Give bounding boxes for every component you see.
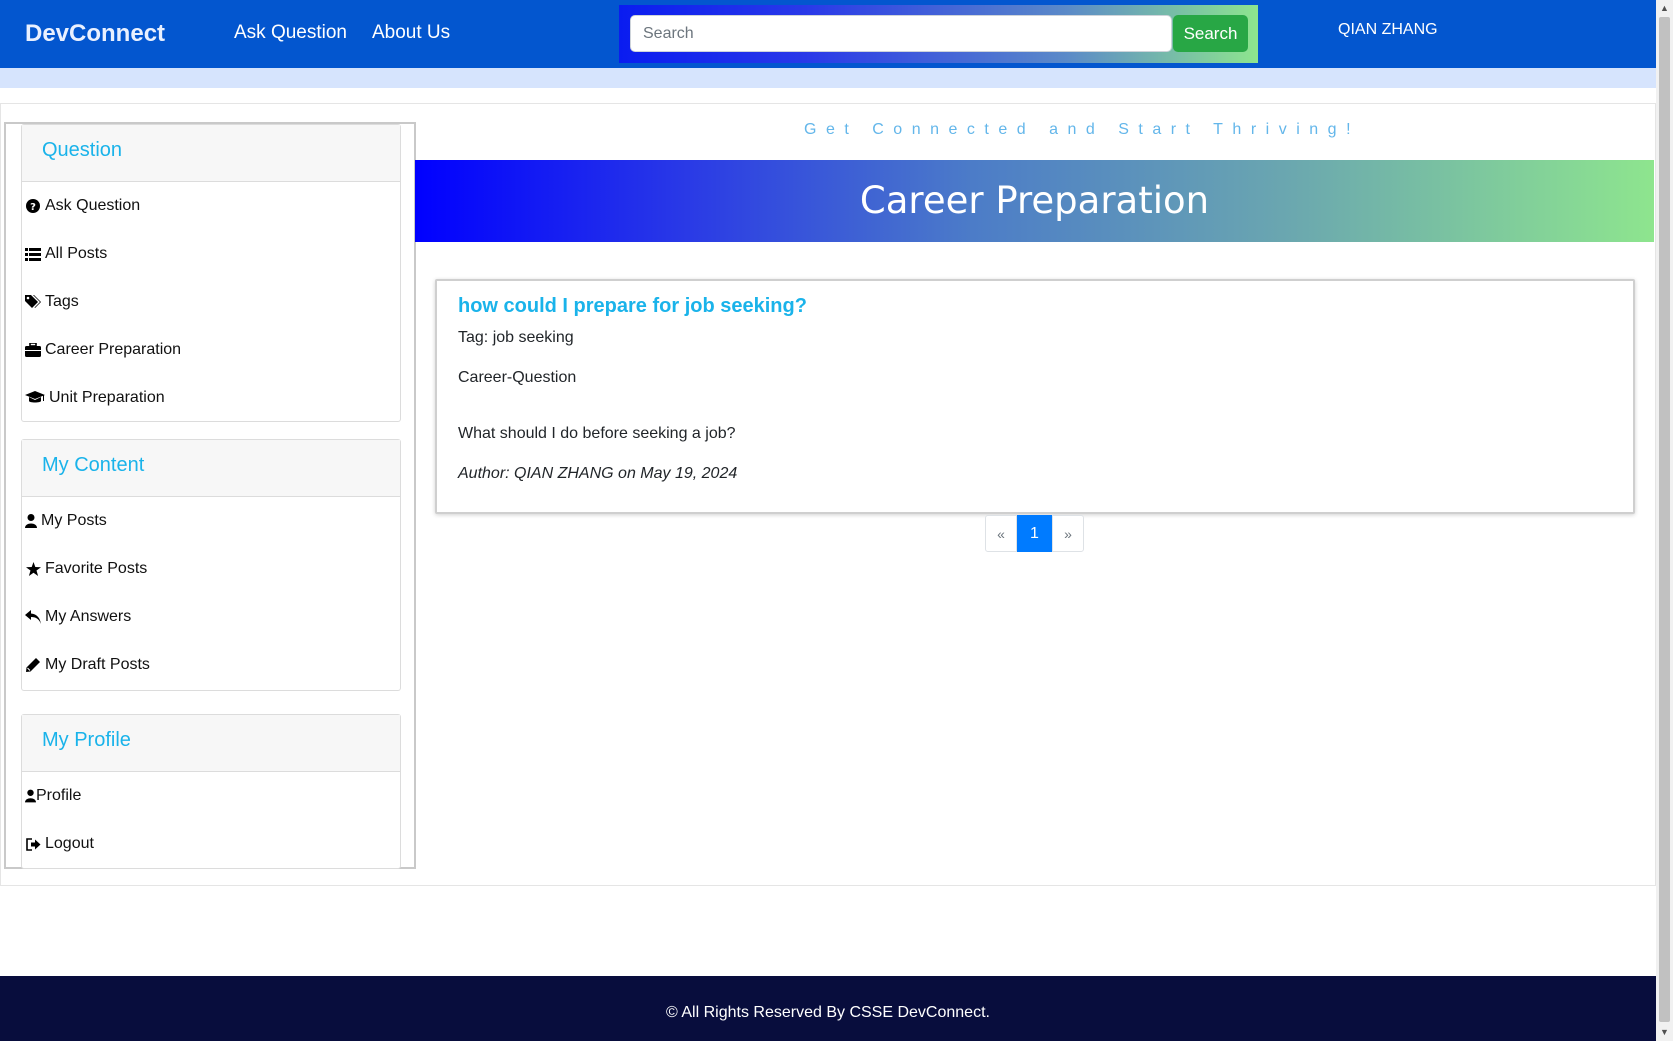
- sidebar-item-label: Tags: [45, 293, 79, 310]
- card-header: My Content: [22, 440, 400, 497]
- post-author: Author: QIAN ZHANG on May 19, 2024: [458, 465, 738, 482]
- graduation-cap-icon: [24, 391, 46, 405]
- list-icon: [24, 247, 42, 261]
- sidebar-item-label: Logout: [45, 835, 94, 852]
- svg-text:?: ?: [30, 202, 36, 213]
- sidebar-item-my-answers[interactable]: My Answers: [22, 593, 400, 641]
- scrollbar-thumb[interactable]: [1659, 17, 1670, 1022]
- sidebar-card-question: Question ? Ask Question All Posts Tags C…: [21, 124, 401, 422]
- user-menu[interactable]: QIAN ZHANG: [1338, 21, 1438, 39]
- pagination: « 1 »: [985, 515, 1084, 552]
- star-icon: [24, 562, 42, 576]
- search-form: Search: [619, 5, 1258, 63]
- sidebar: Question ? Ask Question All Posts Tags C…: [4, 122, 416, 869]
- nav-link-ask-question[interactable]: Ask Question: [234, 22, 347, 44]
- sidebar-item-all-posts[interactable]: All Posts: [22, 230, 400, 278]
- sidebar-card-my-profile: My Profile Profile Logout: [21, 714, 401, 869]
- tags-icon: [24, 295, 42, 309]
- sidebar-item-label: My Answers: [45, 608, 132, 625]
- card-title-my-profile: My Profile: [42, 729, 131, 751]
- search-button[interactable]: Search: [1173, 15, 1248, 52]
- card-title-question: Question: [42, 139, 123, 161]
- nav-link-about-us[interactable]: About Us: [372, 22, 450, 44]
- sidebar-item-label: My Draft Posts: [45, 656, 150, 673]
- post-card: how could I prepare for job seeking? Tag…: [435, 279, 1635, 514]
- sign-out-icon: [24, 837, 42, 851]
- sidebar-item-ask-question[interactable]: ? Ask Question: [22, 182, 400, 230]
- sidebar-item-career-preparation[interactable]: Career Preparation: [22, 326, 400, 374]
- scroll-up-arrow-icon[interactable]: ▲: [1656, 0, 1673, 17]
- search-input[interactable]: [630, 15, 1172, 52]
- sidebar-item-my-draft-posts[interactable]: My Draft Posts: [22, 641, 400, 689]
- pagination-prev-button[interactable]: «: [985, 515, 1017, 552]
- sidebar-item-profile[interactable]: Profile: [22, 772, 400, 820]
- footer-copyright: © All Rights Reserved By CSSE DevConnect…: [666, 1004, 990, 1021]
- sidebar-item-label: Ask Question: [45, 197, 141, 214]
- briefcase-icon: [24, 343, 42, 357]
- sidebar-item-favorite-posts[interactable]: Favorite Posts: [22, 545, 400, 593]
- card-title-my-content: My Content: [42, 454, 145, 476]
- sidebar-card-my-content: My Content My Posts Favorite Posts My An…: [21, 439, 401, 691]
- footer: © All Rights Reserved By CSSE DevConnect…: [0, 976, 1656, 1041]
- question-circle-icon: ?: [24, 199, 42, 213]
- sidebar-item-logout[interactable]: Logout: [22, 820, 400, 868]
- tagline: Get Connected and Start Thriving!: [804, 121, 1361, 138]
- user-icon: [24, 789, 36, 803]
- sidebar-item-label: Profile: [36, 787, 82, 804]
- navbar-subbar: [0, 68, 1656, 88]
- sidebar-item-label: Favorite Posts: [45, 560, 148, 577]
- post-title-link[interactable]: how could I prepare for job seeking?: [458, 295, 807, 318]
- sidebar-item-label: All Posts: [45, 245, 108, 262]
- category-banner: Career Preparation: [415, 160, 1654, 242]
- sidebar-item-label: Unit Preparation: [49, 389, 165, 406]
- brand-logo[interactable]: DevConnect: [25, 20, 165, 48]
- user-icon: [24, 514, 38, 528]
- pagination-page-1[interactable]: 1: [1017, 515, 1052, 552]
- sidebar-item-my-posts[interactable]: My Posts: [22, 497, 400, 545]
- sidebar-item-label: Career Preparation: [45, 341, 182, 358]
- post-category: Career-Question: [458, 369, 577, 386]
- scroll-down-arrow-icon[interactable]: ▼: [1656, 1024, 1673, 1041]
- post-body: What should I do before seeking a job?: [458, 425, 736, 442]
- top-navbar: DevConnect Ask Question About Us Search …: [0, 0, 1656, 68]
- post-tag: Tag: job seeking: [458, 329, 574, 346]
- page-scrollbar[interactable]: ▲ ▼: [1656, 0, 1673, 1041]
- card-header: My Profile: [22, 715, 400, 772]
- sidebar-item-tags[interactable]: Tags: [22, 278, 400, 326]
- pagination-next-button[interactable]: »: [1052, 515, 1084, 552]
- sidebar-item-unit-preparation[interactable]: Unit Preparation: [22, 374, 400, 422]
- page-title: Career Preparation: [859, 179, 1210, 222]
- pencil-icon: [24, 658, 42, 672]
- sidebar-item-label: My Posts: [41, 512, 107, 529]
- card-header: Question: [22, 125, 400, 182]
- reply-icon: [24, 610, 42, 624]
